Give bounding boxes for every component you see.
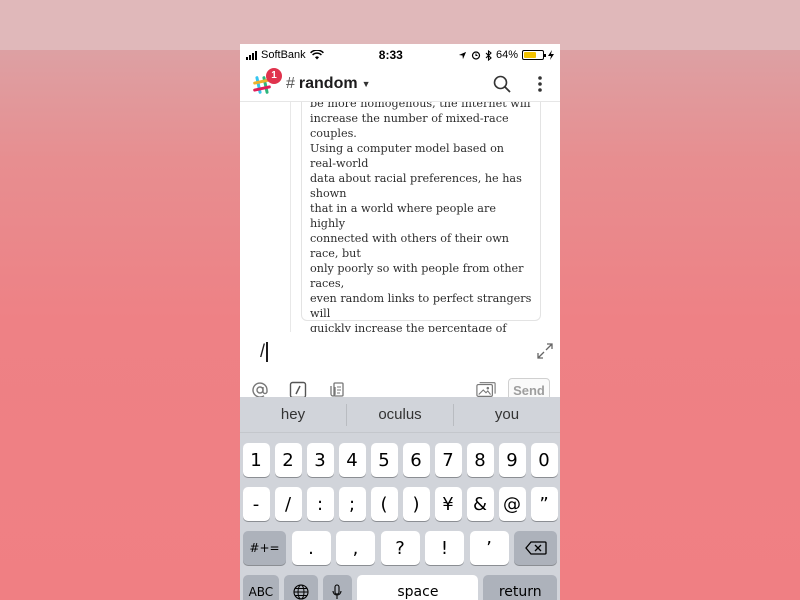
backspace-icon [524, 541, 547, 555]
key-1[interactable]: 1 [242, 443, 270, 477]
search-button[interactable] [492, 74, 512, 94]
expand-icon[interactable] [536, 342, 554, 360]
key-9[interactable]: 9 [498, 443, 526, 477]
suggestion-1[interactable]: hey [240, 403, 347, 426]
carrier-label: SoftBank [261, 49, 306, 61]
microphone-icon [332, 584, 342, 599]
header-actions [492, 74, 550, 94]
quote-line: even random links to perfect strangers w… [310, 292, 532, 320]
key-close-paren[interactable]: ) [402, 487, 430, 521]
channel-hash: # [286, 74, 295, 92]
channel-header: 1 # random ▼ [240, 66, 560, 102]
ios-keyboard: hey oculus you 1 2 3 4 5 6 7 8 9 0 - / :… [240, 397, 560, 600]
suggestion-3[interactable]: you [454, 404, 560, 426]
key-6[interactable]: 6 [402, 443, 430, 477]
key-semicolon[interactable]: ; [338, 487, 366, 521]
background-band [0, 0, 800, 50]
quote-line: only poorly so with people from other ra… [310, 262, 524, 290]
search-icon [493, 75, 511, 93]
space-key[interactable]: space [357, 575, 479, 600]
status-left: SoftBank [246, 49, 324, 61]
globe-icon [293, 584, 309, 600]
message-list[interactable]: be more homogenous, the internet will inc… [240, 102, 560, 332]
key-4[interactable]: 4 [338, 443, 366, 477]
key-at[interactable]: @ [498, 487, 526, 521]
workspace-switcher[interactable]: 1 [250, 67, 282, 97]
vertical-ellipsis-icon [538, 75, 542, 92]
message-input-value: / [260, 341, 266, 361]
message-input[interactable]: / [260, 341, 269, 362]
key-5[interactable]: 5 [370, 443, 398, 477]
key-open-paren[interactable]: ( [370, 487, 398, 521]
key-quote[interactable]: ” [530, 487, 558, 521]
battery-fill [523, 52, 536, 58]
location-arrow-icon [458, 51, 467, 59]
dictation-key[interactable] [322, 575, 353, 600]
key-7[interactable]: 7 [434, 443, 462, 477]
phone-screen: SoftBank 8:33 64% 1 # random ▼ be more h… [240, 44, 560, 600]
bottom-row: ABC space return [240, 575, 560, 600]
key-apostrophe[interactable]: ’ [469, 531, 509, 565]
return-key[interactable]: return [483, 575, 557, 600]
key-hyphen[interactable]: - [242, 487, 270, 521]
clock-label: 8:33 [378, 48, 403, 62]
chevron-down-icon: ▼ [361, 78, 371, 89]
status-right: 64% [458, 49, 554, 61]
key-period[interactable]: . [291, 531, 331, 565]
key-2[interactable]: 2 [274, 443, 302, 477]
key-8[interactable]: 8 [466, 443, 494, 477]
channel-name: random [298, 74, 358, 92]
predictive-bar: hey oculus you [240, 397, 560, 433]
message-composer[interactable]: / [240, 332, 560, 374]
key-colon[interactable]: : [306, 487, 334, 521]
quote-line: Using a computer model based on real-wor… [310, 142, 505, 170]
text-cursor [266, 341, 269, 362]
suggestion-2[interactable]: oculus [347, 403, 454, 426]
link-preview-text: be more homogenous, the internet will inc… [310, 102, 532, 332]
quote-line: be more homogenous, the internet will [310, 102, 531, 110]
key-ampersand[interactable]: & [466, 487, 494, 521]
quote-line: that in a world where people are highly [310, 202, 496, 230]
thread-line [290, 102, 291, 332]
abc-key[interactable]: ABC [243, 575, 279, 600]
key-yen[interactable]: ¥ [434, 487, 462, 521]
symbols-toggle-key[interactable]: #+= [243, 531, 286, 565]
channel-title[interactable]: # random ▼ [286, 75, 371, 93]
battery-percent: 64% [495, 49, 518, 61]
backspace-key[interactable] [514, 531, 557, 565]
wifi-icon [309, 50, 324, 60]
quote-line: connected with others of their own race,… [310, 232, 509, 260]
signal-icon [246, 50, 257, 60]
globe-key[interactable] [283, 575, 318, 600]
key-slash[interactable]: / [274, 487, 302, 521]
symbol-row: - / : ; ( ) ¥ & @ ” [240, 487, 560, 521]
key-exclamation[interactable]: ! [425, 531, 464, 565]
more-options-button[interactable] [530, 74, 550, 94]
key-question[interactable]: ? [380, 531, 420, 565]
quote-line: data about racial preferences, he has sh… [310, 172, 522, 200]
status-bar: SoftBank 8:33 64% [240, 44, 560, 66]
number-row: 1 2 3 4 5 6 7 8 9 0 [240, 443, 560, 477]
punctuation-row: #+= . , ? ! ’ [240, 531, 560, 565]
key-3[interactable]: 3 [306, 443, 334, 477]
bluetooth-icon [485, 49, 492, 61]
quote-line: quickly increase the percentage of inter… [310, 322, 507, 332]
alarm-icon [471, 51, 481, 60]
battery-icon [521, 50, 546, 60]
charging-bolt-icon [547, 50, 554, 60]
link-preview-card[interactable]: be more homogenous, the internet will inc… [301, 102, 541, 332]
key-0[interactable]: 0 [530, 443, 558, 477]
key-comma[interactable]: , [336, 531, 375, 565]
unread-badge: 1 [266, 67, 282, 84]
quote-line: increase the number of mixed-race couple… [310, 112, 509, 140]
